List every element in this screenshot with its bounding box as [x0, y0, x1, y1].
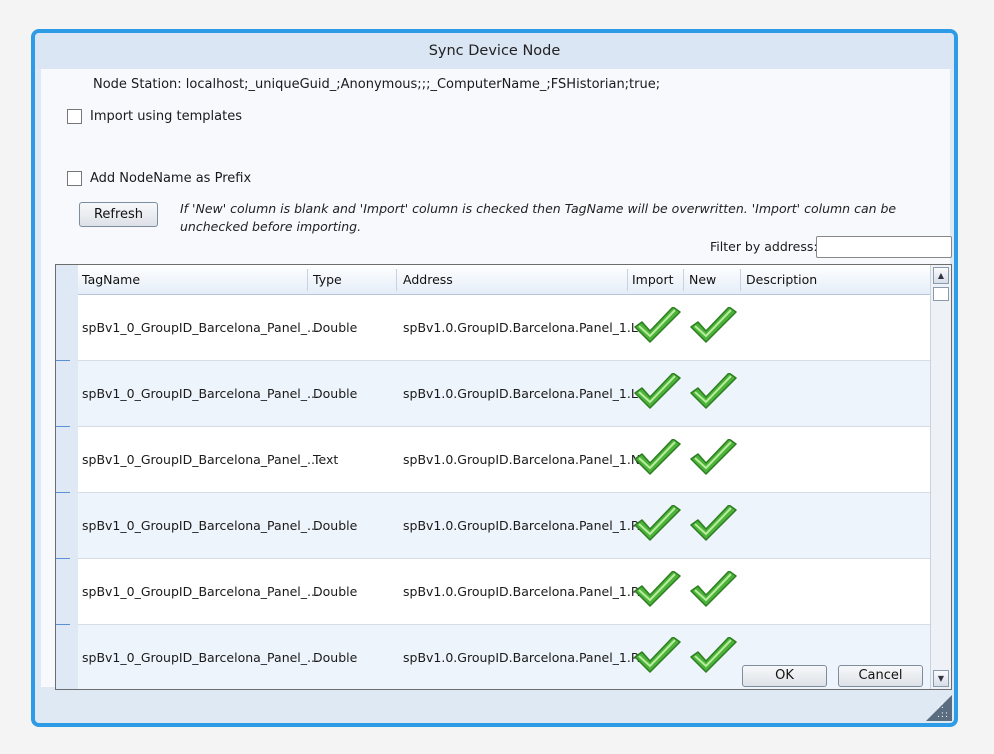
import-templates-checkbox[interactable]: [67, 109, 82, 124]
column-header-row: TagName Type Address Import New Descript…: [78, 265, 932, 295]
row-header-marker: [56, 492, 70, 493]
cell-address: spBv1.0.GroupID.Barcelona.Panel_1.L...: [403, 320, 650, 335]
col-header-type[interactable]: Type: [313, 272, 342, 287]
scroll-thumb[interactable]: [933, 287, 949, 301]
import-templates-option[interactable]: Import using templates: [67, 109, 242, 124]
table-row[interactable]: spBv1_0_GroupID_Barcelona_Panel_... Doub…: [78, 361, 932, 427]
table-row[interactable]: spBv1_0_GroupID_Barcelona_Panel_... Doub…: [78, 493, 932, 559]
new-check-icon[interactable]: [689, 373, 739, 415]
import-check-icon[interactable]: [633, 373, 683, 415]
import-check-icon[interactable]: [633, 571, 683, 613]
vertical-scrollbar[interactable]: ▲ ▼: [930, 265, 951, 689]
cell-type: Double: [313, 320, 358, 335]
cell-address: spBv1.0.GroupID.Barcelona.Panel_1.P...: [403, 650, 649, 665]
import-check-icon[interactable]: [633, 439, 683, 481]
scroll-down-arrow-icon[interactable]: ▼: [933, 670, 949, 687]
cell-tagname: spBv1_0_GroupID_Barcelona_Panel_...: [82, 386, 319, 401]
resize-grip-dots: .:.::: [937, 701, 949, 720]
cell-tagname: spBv1_0_GroupID_Barcelona_Panel_...: [82, 584, 319, 599]
cell-type: Text: [313, 452, 339, 467]
table-row[interactable]: spBv1_0_GroupID_Barcelona_Panel_... Doub…: [78, 559, 932, 625]
import-check-icon[interactable]: [633, 307, 683, 349]
dialog-content: Node Station: localhost;_uniqueGuid_;Ano…: [41, 69, 952, 690]
row-header-marker: [56, 624, 70, 625]
filter-label: Filter by address:: [710, 239, 818, 254]
ok-button[interactable]: OK: [742, 665, 827, 687]
cell-tagname: spBv1_0_GroupID_Barcelona_Panel_...: [82, 320, 319, 335]
col-header-tagname[interactable]: TagName: [82, 272, 140, 287]
import-templates-label: Import using templates: [90, 109, 242, 124]
table-row[interactable]: spBv1_0_GroupID_Barcelona_Panel_... Text…: [78, 427, 932, 493]
refresh-button[interactable]: Refresh: [79, 202, 158, 227]
new-check-icon[interactable]: [689, 439, 739, 481]
table-row[interactable]: spBv1_0_GroupID_Barcelona_Panel_... Doub…: [78, 295, 932, 361]
cell-address: spBv1.0.GroupID.Barcelona.Panel_1.L...: [403, 386, 650, 401]
add-prefix-label: Add NodeName as Prefix: [90, 171, 252, 186]
cell-tagname: spBv1_0_GroupID_Barcelona_Panel_...: [82, 650, 319, 665]
sync-device-node-dialog: Sync Device Node Node Station: localhost…: [31, 29, 958, 727]
import-check-icon[interactable]: [633, 505, 683, 547]
cell-address: spBv1.0.GroupID.Barcelona.Panel_1.P...: [403, 584, 649, 599]
cell-tagname: spBv1_0_GroupID_Barcelona_Panel_...: [82, 518, 319, 533]
row-header-marker: [56, 426, 70, 427]
overwrite-notice: If 'New' column is blank and 'Import' co…: [180, 201, 897, 234]
row-header-marker: [56, 558, 70, 559]
new-check-icon[interactable]: [689, 571, 739, 613]
cell-address: spBv1.0.GroupID.Barcelona.Panel_1.P...: [403, 518, 649, 533]
cell-type: Double: [313, 584, 358, 599]
col-header-import[interactable]: Import: [632, 272, 674, 287]
new-check-icon[interactable]: [689, 637, 739, 679]
dialog-title: Sync Device Node: [35, 33, 954, 69]
node-station-label: Node Station: localhost;_uniqueGuid_;Ano…: [93, 77, 661, 92]
col-header-address[interactable]: Address: [403, 272, 453, 287]
cell-type: Double: [313, 650, 358, 665]
col-header-description[interactable]: Description: [746, 272, 817, 287]
cell-type: Double: [313, 386, 358, 401]
add-prefix-checkbox[interactable]: [67, 171, 82, 186]
cell-address: spBv1.0.GroupID.Barcelona.Panel_1.N...: [403, 452, 653, 467]
new-check-icon[interactable]: [689, 505, 739, 547]
row-header-marker: [56, 360, 70, 361]
filter-address-input[interactable]: [816, 236, 952, 258]
add-prefix-option[interactable]: Add NodeName as Prefix: [67, 171, 251, 186]
cancel-button[interactable]: Cancel: [838, 665, 923, 687]
col-header-new[interactable]: New: [689, 272, 716, 287]
row-header-strip: [56, 265, 78, 689]
scroll-up-arrow-icon[interactable]: ▲: [933, 267, 949, 284]
cell-type: Double: [313, 518, 358, 533]
import-check-icon[interactable]: [633, 637, 683, 679]
tag-grid: TagName Type Address Import New Descript…: [55, 264, 952, 690]
new-check-icon[interactable]: [689, 307, 739, 349]
cell-tagname: spBv1_0_GroupID_Barcelona_Panel_...: [82, 452, 319, 467]
